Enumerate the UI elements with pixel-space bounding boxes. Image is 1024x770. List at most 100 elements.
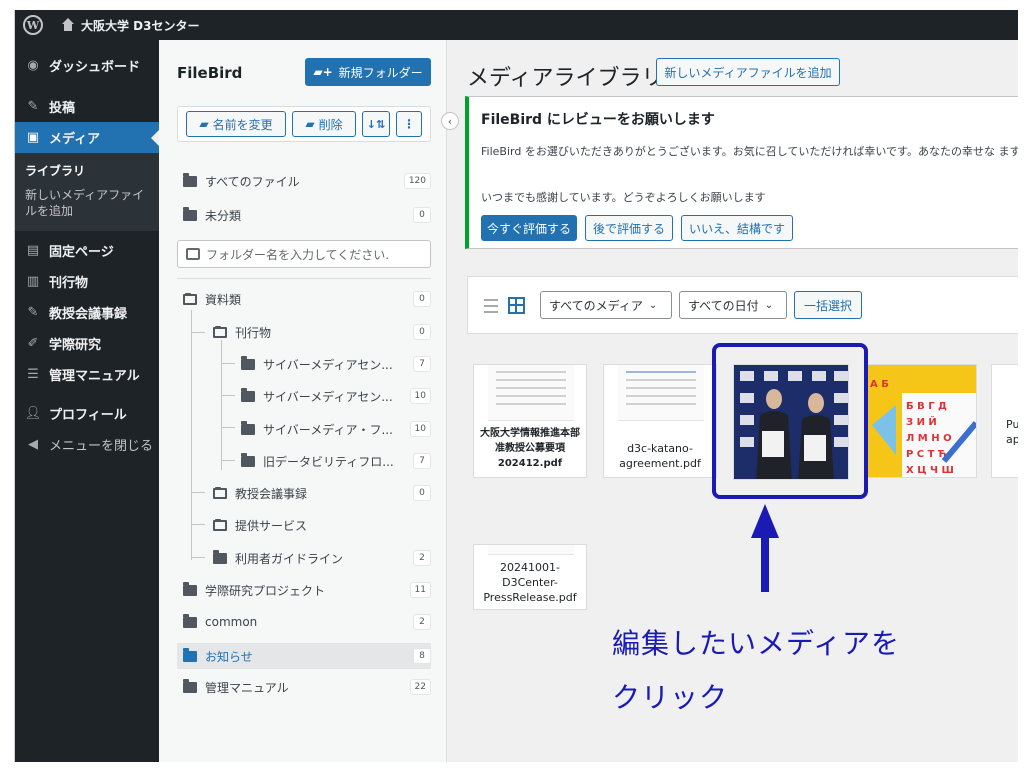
submenu-add-new[interactable]: 新しいメディアファイルを追加	[15, 183, 159, 223]
pdf-preview	[488, 545, 574, 555]
media-submenu: ライブラリ 新しいメディアファイルを追加	[15, 153, 159, 231]
home-icon[interactable]	[61, 18, 75, 32]
more-options-icon[interactable]: ⋮	[396, 111, 422, 137]
folder-item[interactable]: 管理マニュアル 22	[183, 676, 431, 698]
uncategorized-item[interactable]: 未分類 0	[183, 204, 431, 226]
folder-item[interactable]: 学際研究プロジェクト 11	[183, 579, 431, 601]
delete-button[interactable]: ▰ 削除	[292, 111, 356, 137]
folder-count: 0	[413, 291, 431, 307]
annotation-text: クリック	[612, 681, 729, 714]
media-item[interactable]: Pu ap	[991, 364, 1018, 478]
folder-count: 10	[409, 421, 431, 437]
chevron-down-icon: ⌄	[764, 299, 774, 311]
select-value: すべての日付	[688, 298, 759, 313]
add-new-media-button[interactable]: 新しいメディアファイルを追加	[656, 58, 840, 86]
menu-item-minutes[interactable]: ✎ 教授会議事録	[15, 297, 159, 328]
notice-title: FileBird にレビューをお願いします	[481, 112, 715, 128]
filebird-title: FileBird	[177, 64, 243, 82]
folder-label: すべてのファイル	[205, 174, 300, 189]
media-item-image[interactable]: A Б Б В Г Д З И Й Л М Н О Р С Т Ћ Х Ц Ч Ш	[865, 364, 977, 478]
tree-line	[221, 395, 235, 396]
media-caption: d3c-katano-agreement.pdf	[619, 442, 701, 470]
media-item[interactable]: d3c-katano-agreement.pdf	[603, 364, 717, 478]
tree-line	[191, 332, 205, 333]
folder-count: 7	[413, 453, 431, 469]
document-icon: ☰	[27, 367, 39, 382]
admin-sidebar: ◉ ダッシュボード ✎ 投稿 ▣ メディア ライブラリ 新しいメディアファイルを…	[15, 40, 159, 762]
all-files-item[interactable]: すべてのファイル 120	[183, 170, 431, 192]
folder-item[interactable]: 提供サービス	[213, 514, 431, 536]
sort-icon[interactable]: ↓⇅	[362, 111, 390, 137]
folder-open-icon	[213, 518, 227, 531]
annotation-arrow-icon	[751, 504, 779, 592]
bulk-select-button[interactable]: 一括選択	[794, 291, 862, 319]
folder-item[interactable]: 利用者ガイドライン 2	[213, 547, 431, 569]
collapse-menu-button[interactable]: ◀ メニューを閉じる	[15, 429, 159, 460]
tree-line	[191, 557, 205, 558]
folder-item[interactable]: サイバーメディアセン... 7	[241, 353, 431, 375]
media-type-select[interactable]: すべてのメディア ⌄	[540, 291, 672, 319]
menu-item-dashboard[interactable]: ◉ ダッシュボード	[15, 50, 159, 81]
folder-item[interactable]: サイバーメディアセン... 10	[241, 385, 431, 407]
menu-item-pages[interactable]: ▤ 固定ページ	[15, 235, 159, 266]
tree-line	[221, 427, 235, 428]
tree-line	[221, 363, 235, 364]
new-folder-button[interactable]: ▰+ 新規フォルダー	[305, 58, 431, 86]
folder-count: 120	[403, 173, 431, 189]
wordpress-logo-icon[interactable]: W	[23, 15, 43, 35]
folder-item[interactable]: common 2	[183, 611, 431, 633]
folder-count: 0	[413, 485, 431, 501]
browser-frame: W 大阪大学 D3センター ◉ ダッシュボード ✎ 投稿 ▣ メディア ライブラ…	[14, 10, 1018, 762]
folder-label: 未分類	[205, 208, 242, 223]
folder-item[interactable]: 刊行物 0	[213, 321, 431, 343]
folder-item[interactable]: 資料類 0	[183, 288, 431, 310]
menu-label: 投稿	[49, 101, 76, 116]
folder-label: 旧データビリティフロ...	[263, 454, 394, 469]
menu-item-profile[interactable]: 👤︎ プロフィール	[15, 398, 159, 429]
filebird-toolbar: ▰ 名前を変更 ▰ 削除 ↓⇅ ⋮	[177, 106, 431, 142]
no-thanks-button[interactable]: いいえ、結構です	[681, 215, 793, 241]
collapse-panel-icon[interactable]: ‹	[441, 112, 459, 130]
tree-line	[221, 460, 235, 461]
grid-view-icon[interactable]	[508, 297, 525, 314]
folder-icon	[241, 355, 255, 370]
folder-search-icon	[186, 248, 200, 260]
rate-later-button[interactable]: 後で評価する	[585, 215, 673, 241]
folder-label: 管理マニュアル	[205, 680, 289, 695]
list-view-icon[interactable]	[484, 299, 498, 313]
menu-label: 固定ページ	[49, 245, 114, 260]
date-select[interactable]: すべての日付 ⌄	[679, 291, 787, 319]
delete-label: 削除	[318, 117, 343, 132]
folder-item[interactable]: 旧データビリティフロ... 7	[241, 450, 431, 472]
media-item[interactable]: 20241001-D3Center-PressRelease.pdf	[473, 544, 587, 610]
submenu-library[interactable]: ライブラリ	[15, 159, 159, 183]
pin-icon: ✎	[27, 99, 39, 114]
rename-button[interactable]: ▰ 名前を変更	[186, 111, 286, 137]
review-notice: FileBird にレビューをお願いします FileBird をお選びいただきあ…	[465, 96, 1018, 249]
notice-text: いつまでも感謝しています。どうぞよろしくお願いします	[481, 191, 766, 204]
folder-count: 0	[413, 207, 431, 223]
menu-item-posts[interactable]: ✎ 投稿	[15, 91, 159, 122]
svg-text:Л М Н О: Л М Н О	[906, 433, 952, 444]
notice-text: FileBird をお選びいただきありがとうございます。お気に召していただければ…	[481, 145, 1018, 158]
menu-label: メニューを閉じる	[49, 439, 154, 454]
folder-icon	[241, 452, 255, 467]
rate-now-button[interactable]: 今すぐ評価する	[481, 215, 577, 241]
folder-item-selected[interactable]: お知らせ 8	[177, 643, 431, 669]
menu-label: 刊行物	[49, 276, 89, 291]
svg-text:Р С Т Ћ: Р С Т Ћ	[906, 449, 947, 460]
folder-icon	[183, 581, 197, 596]
folder-search-input[interactable]: フォルダー名を入力してください.	[177, 240, 431, 268]
menu-item-manual[interactable]: ☰ 管理マニュアル	[15, 359, 159, 390]
folder-edit-icon: ▰	[199, 117, 209, 131]
menu-label: 学際研究	[49, 338, 102, 353]
site-name-link[interactable]: 大阪大学 D3センター	[81, 17, 200, 34]
menu-item-research[interactable]: ✐ 学際研究	[15, 328, 159, 359]
folder-item[interactable]: サイバーメディア・フ... 10	[241, 418, 431, 440]
menu-label: 管理マニュアル	[49, 369, 140, 384]
folder-item[interactable]: 教授会議事録 0	[213, 482, 431, 504]
menu-item-media[interactable]: ▣ メディア	[15, 122, 159, 153]
media-item[interactable]: 大阪大学情報推進本部准教授公募要項202412.pdf	[473, 364, 587, 478]
search-placeholder: フォルダー名を入力してください.	[206, 247, 390, 262]
menu-item-publications[interactable]: ▥ 刊行物	[15, 266, 159, 297]
